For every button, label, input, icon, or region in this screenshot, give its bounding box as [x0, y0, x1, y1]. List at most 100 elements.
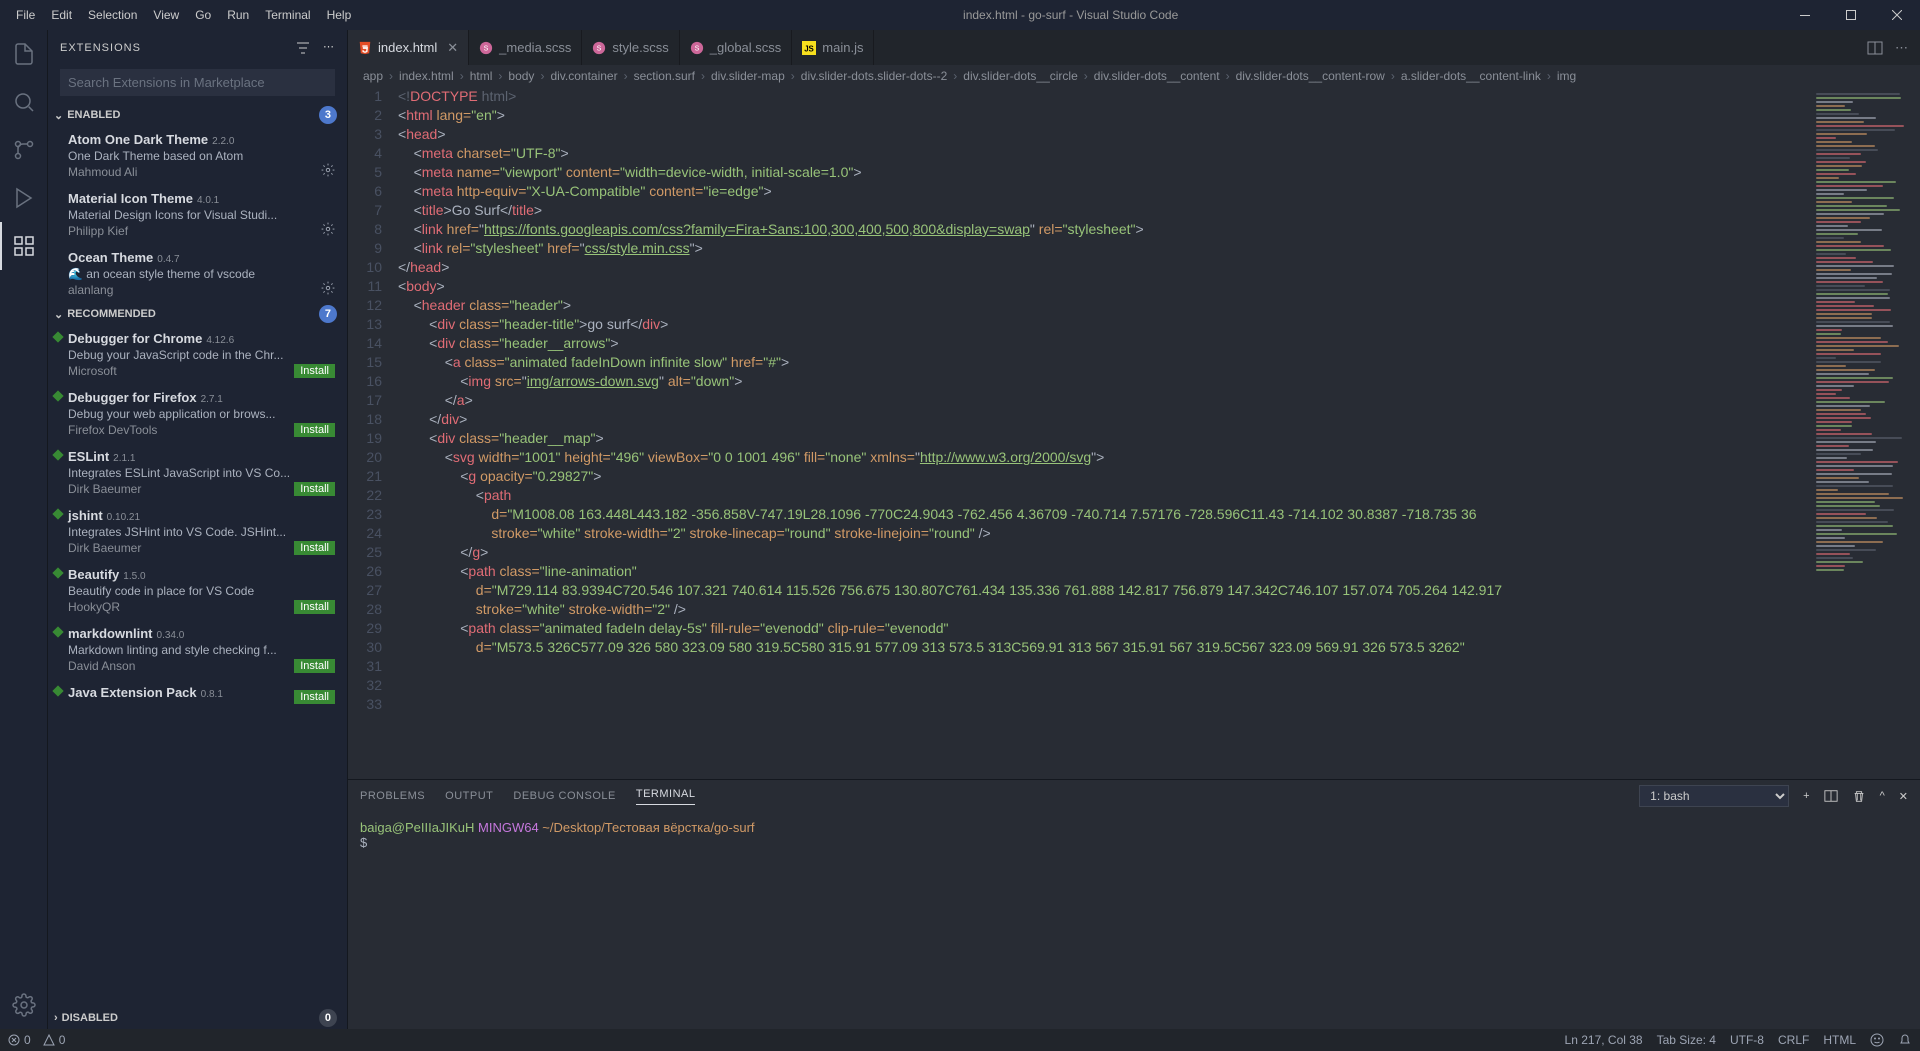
terminal-content[interactable]: baiga@PeIIIaJIKuH MINGW64 ~/Desktop/Тест… — [348, 812, 1920, 1029]
breadcrumb-item[interactable]: section.surf — [634, 69, 695, 83]
breadcrumb-item[interactable]: div.slider-map — [711, 69, 785, 83]
gear-icon[interactable] — [321, 281, 335, 295]
install-button[interactable]: Install — [294, 482, 335, 496]
install-button[interactable]: Install — [294, 690, 335, 704]
breadcrumb-item[interactable]: div.slider-dots.slider-dots--2 — [801, 69, 948, 83]
menu-selection[interactable]: Selection — [80, 2, 145, 28]
source-control-icon[interactable] — [0, 126, 48, 174]
menu-edit[interactable]: Edit — [43, 2, 80, 28]
menu-terminal[interactable]: Terminal — [257, 2, 318, 28]
extension-item[interactable]: Java Extension Pack0.8.1 Install — [48, 679, 347, 710]
extension-version: 0.8.1 — [201, 689, 223, 700]
editor-tab[interactable]: S_global.scss — [680, 30, 793, 65]
maximize-panel-icon[interactable]: ^ — [1880, 790, 1885, 802]
panel-tab-terminal[interactable]: TERMINAL — [636, 788, 696, 805]
extension-item[interactable]: ESLint2.1.1 Integrates ESLint JavaScript… — [48, 443, 347, 502]
split-editor-icon[interactable] — [1867, 40, 1883, 56]
code-editor[interactable]: 1234567891011121314151617181920212223242… — [348, 87, 1920, 779]
install-button[interactable]: Install — [294, 541, 335, 555]
more-icon[interactable]: ⋯ — [323, 40, 335, 56]
editor-tabs: index.html✕S_media.scssSstyle.scssS_glob… — [348, 30, 1920, 65]
disabled-section-header[interactable]: › DISABLED 0 — [48, 1007, 347, 1029]
extension-name: Debugger for Chrome — [68, 331, 202, 346]
breadcrumb-item[interactable]: app — [363, 69, 383, 83]
settings-icon[interactable] — [0, 981, 48, 1029]
install-button[interactable]: Install — [294, 659, 335, 673]
editor-tab[interactable]: index.html✕ — [348, 30, 469, 65]
breadcrumb-item[interactable]: div.slider-dots__content — [1094, 69, 1220, 83]
breadcrumb-item[interactable]: body — [508, 69, 534, 83]
close-panel-icon[interactable]: ✕ — [1899, 790, 1908, 803]
minimize-button[interactable] — [1782, 0, 1828, 30]
status-tab-size[interactable]: Tab Size: 4 — [1657, 1033, 1716, 1047]
extension-publisher: alanlang — [68, 283, 335, 297]
minimap[interactable] — [1810, 87, 1920, 779]
extension-item[interactable]: Material Icon Theme4.0.1 Material Design… — [48, 185, 347, 244]
recommended-section-header[interactable]: ⌄ RECOMMENDED 7 — [48, 303, 347, 325]
extension-description: One Dark Theme based on Atom — [68, 149, 335, 163]
new-terminal-icon[interactable]: + — [1803, 790, 1809, 802]
filter-icon[interactable] — [295, 40, 311, 56]
breadcrumb-item[interactable]: a.slider-dots__content-link — [1401, 69, 1541, 83]
breadcrumb-item[interactable]: html — [470, 69, 493, 83]
extensions-icon[interactable] — [0, 222, 48, 270]
status-cursor[interactable]: Ln 217, Col 38 — [1565, 1033, 1643, 1047]
breadcrumb-item[interactable]: index.html — [399, 69, 454, 83]
run-debug-icon[interactable] — [0, 174, 48, 222]
gear-icon[interactable] — [321, 163, 335, 177]
menu-run[interactable]: Run — [219, 2, 257, 28]
status-encoding[interactable]: UTF-8 — [1730, 1033, 1764, 1047]
extension-item[interactable]: Atom One Dark Theme2.2.0 One Dark Theme … — [48, 126, 347, 185]
menu-file[interactable]: File — [8, 2, 43, 28]
close-tab-icon[interactable]: ✕ — [447, 40, 458, 56]
status-feedback-icon[interactable] — [1870, 1033, 1884, 1047]
search-extensions-input[interactable] — [60, 69, 335, 96]
recommended-extensions-list: Debugger for Chrome4.12.6 Debug your Jav… — [48, 325, 347, 1007]
panel-tab-debug[interactable]: DEBUG CONSOLE — [513, 790, 615, 802]
enabled-section-header[interactable]: ⌄ ENABLED 3 — [48, 104, 347, 126]
code-content[interactable]: <!DOCTYPE html><html lang="en"><head> <m… — [398, 87, 1810, 779]
close-button[interactable] — [1874, 0, 1920, 30]
maximize-button[interactable] — [1828, 0, 1874, 30]
panel-tab-output[interactable]: OUTPUT — [445, 790, 493, 802]
breadcrumb-item[interactable]: div.container — [550, 69, 617, 83]
extension-description: Debug your JavaScript code in the Chr... — [68, 348, 335, 362]
breadcrumb-item[interactable]: img — [1557, 69, 1576, 83]
menu-go[interactable]: Go — [187, 2, 219, 28]
breadcrumb-item[interactable]: div.slider-dots__content-row — [1236, 69, 1385, 83]
editor-tab[interactable]: JSmain.js — [792, 30, 874, 65]
status-eol[interactable]: CRLF — [1778, 1033, 1809, 1047]
extension-item[interactable]: Debugger for Firefox2.7.1 Debug your web… — [48, 384, 347, 443]
editor-tab[interactable]: S_media.scss — [469, 30, 582, 65]
breadcrumb-item[interactable]: div.slider-dots__circle — [963, 69, 1078, 83]
more-actions-icon[interactable]: ⋯ — [1895, 40, 1908, 56]
extension-item[interactable]: Debugger for Chrome4.12.6 Debug your Jav… — [48, 325, 347, 384]
extension-item[interactable]: markdownlint0.34.0 Markdown linting and … — [48, 620, 347, 679]
editor-tab[interactable]: Sstyle.scss — [582, 30, 679, 65]
extension-name: Atom One Dark Theme — [68, 132, 208, 147]
menu-help[interactable]: Help — [319, 2, 360, 28]
install-button[interactable]: Install — [294, 600, 335, 614]
extension-version: 0.4.7 — [157, 254, 179, 265]
status-errors[interactable]: 0 — [8, 1033, 31, 1047]
panel-tab-problems[interactable]: PROBLEMS — [360, 790, 425, 802]
split-terminal-icon[interactable] — [1824, 789, 1838, 803]
install-button[interactable]: Install — [294, 423, 335, 437]
extension-item[interactable]: jshint0.10.21 Integrates JSHint into VS … — [48, 502, 347, 561]
status-notifications-icon[interactable] — [1898, 1033, 1912, 1047]
file-icon: S — [592, 41, 606, 55]
extension-item[interactable]: Ocean Theme0.4.7 🌊 an ocean style theme … — [48, 244, 347, 303]
extension-item[interactable]: Beautify1.5.0 Beautify code in place for… — [48, 561, 347, 620]
kill-terminal-icon[interactable] — [1852, 789, 1866, 803]
menu-view[interactable]: View — [145, 2, 187, 28]
install-button[interactable]: Install — [294, 364, 335, 378]
explorer-icon[interactable] — [0, 30, 48, 78]
extension-name: Debugger for Firefox — [68, 390, 197, 405]
search-icon[interactable] — [0, 78, 48, 126]
breadcrumb[interactable]: app›index.html›html›body›div.container›s… — [348, 65, 1920, 87]
terminal-selector[interactable]: 1: bash — [1639, 785, 1789, 807]
gear-icon[interactable] — [321, 222, 335, 236]
status-warnings[interactable]: 0 — [43, 1033, 66, 1047]
status-language[interactable]: HTML — [1823, 1033, 1856, 1047]
extension-name: Material Icon Theme — [68, 191, 193, 206]
